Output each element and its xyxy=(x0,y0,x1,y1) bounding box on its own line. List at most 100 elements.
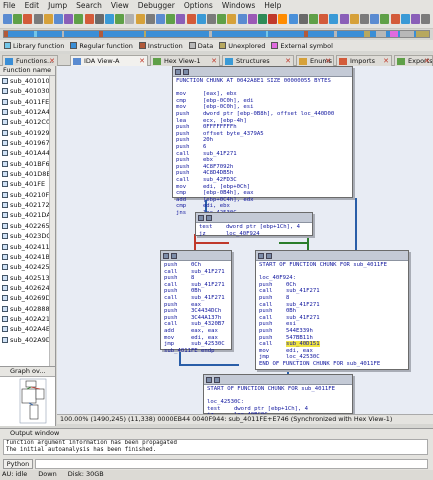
toolbar-comments-icon[interactable] xyxy=(84,14,94,24)
code-line[interactable]: push 0Bh xyxy=(259,308,405,315)
toolbar-stop-icon[interactable] xyxy=(217,14,227,24)
toolbar-pause-icon[interactable] xyxy=(207,14,216,24)
code-line[interactable]: push 8 xyxy=(259,295,405,302)
code-line[interactable]: call sub_41F271 xyxy=(164,282,228,289)
function-list-item[interactable]: sub_402411 xyxy=(0,242,55,252)
toolbar-back-icon[interactable] xyxy=(23,14,33,24)
ida-graph-view[interactable]: FUNCTION CHUNK AT 0042A8E1 SIZE 00000055… xyxy=(57,66,433,414)
close-icon[interactable]: ✕ xyxy=(383,56,389,66)
close-icon[interactable]: ✕ xyxy=(49,56,55,66)
function-list-item[interactable]: sub_402888 xyxy=(0,304,55,314)
function-list-item[interactable]: sub_401010 xyxy=(0,76,55,86)
tab-enums[interactable]: Enums ✕ xyxy=(296,55,334,66)
code-line[interactable]: mov edi, eax xyxy=(164,335,228,342)
function-list-item[interactable]: sub_4011FE xyxy=(0,97,55,107)
function-list-item[interactable]: sub_40210F xyxy=(0,190,55,200)
code-line[interactable] xyxy=(176,85,349,92)
code-line[interactable]: push 0Ch xyxy=(164,262,228,269)
code-line[interactable]: cmp edi, ebx xyxy=(176,203,349,210)
toolbar-modules-icon[interactable] xyxy=(319,14,329,24)
menu-file[interactable]: File xyxy=(3,1,16,10)
close-icon[interactable]: ✕ xyxy=(211,56,217,66)
graph-node-right-branch[interactable]: START OF FUNCTION CHUNK FOR sub_4011FE l… xyxy=(255,250,409,370)
function-list-item[interactable]: sub_402A21 xyxy=(0,314,55,324)
code-line[interactable]: push ebx xyxy=(176,157,349,164)
graph-overview-thumbnail[interactable] xyxy=(0,377,56,427)
toolbar-forward-icon[interactable] xyxy=(33,14,43,24)
code-line[interactable]: call sub_41F271 xyxy=(176,151,349,158)
function-list-item[interactable]: sub_401BF6 xyxy=(0,159,55,169)
toolbar-plugins-icon[interactable] xyxy=(380,14,390,24)
toolbar-flow-icon[interactable] xyxy=(166,14,176,24)
toolbar-names-icon[interactable] xyxy=(94,14,104,24)
function-list-item[interactable]: sub_402624 xyxy=(0,283,55,293)
tab-functions[interactable]: Functions... ✕ xyxy=(2,55,58,66)
code-line[interactable]: mov edi, [ebp+0Ch] xyxy=(176,184,349,191)
functions-scrollbar[interactable] xyxy=(49,76,55,366)
node-color-icon[interactable] xyxy=(163,253,169,259)
code-line[interactable]: call sub_41F271 xyxy=(259,302,405,309)
toolbar-graph-icon[interactable] xyxy=(156,14,165,24)
code-line[interactable]: sub_4011FE endp xyxy=(164,348,228,355)
code-line[interactable]: push 8 xyxy=(164,275,228,282)
function-list-item[interactable]: sub_401929 xyxy=(0,128,55,138)
code-line[interactable]: START OF FUNCTION CHUNK FOR sub_4011FE xyxy=(259,262,405,269)
code-line[interactable]: push 4C8D4DB5h xyxy=(176,170,349,177)
toolbar-locals-icon[interactable] xyxy=(288,14,298,24)
tab-imports[interactable]: Imports ✕ xyxy=(336,55,392,66)
code-line[interactable]: push esi xyxy=(259,321,405,328)
code-line[interactable]: push 0Bh xyxy=(164,288,228,295)
node-collapse-icon[interactable] xyxy=(266,253,272,259)
toolbar-stack-icon[interactable] xyxy=(298,14,308,24)
code-line[interactable]: mov edi, eax xyxy=(259,348,405,355)
code-line[interactable]: call sub_42FD3C xyxy=(176,177,349,184)
menu-options[interactable]: Options xyxy=(184,1,213,10)
function-list-item[interactable]: sub_40269D xyxy=(0,293,55,303)
code-line[interactable]: push 3C44A137h xyxy=(164,315,228,322)
menu-windows[interactable]: Windows xyxy=(222,1,255,10)
toolbar-structs-icon[interactable] xyxy=(105,14,114,24)
function-list-item[interactable]: sub_401967 xyxy=(0,138,55,148)
function-list-item[interactable]: sub_402A4E xyxy=(0,324,55,334)
toolbar-registers-icon[interactable] xyxy=(329,14,339,24)
function-list-item[interactable]: sub_4023DC xyxy=(0,231,55,241)
toolbar-search-icon[interactable] xyxy=(54,14,63,24)
code-line[interactable]: END OF FUNCTION CHUNK FOR sub_4011FE xyxy=(259,361,405,368)
close-icon[interactable]: ✕ xyxy=(424,56,430,66)
toolbar-step-into-icon[interactable] xyxy=(227,14,237,24)
toolbar-help-icon[interactable] xyxy=(400,14,410,24)
graph-node-merge-block[interactable]: START OF FUNCTION CHUNK FOR sub_4011FE l… xyxy=(203,374,353,414)
function-list-item[interactable]: sub_402A9D xyxy=(0,335,55,345)
toolbar-threads-icon[interactable] xyxy=(309,14,318,24)
code-line[interactable]: push eax xyxy=(164,302,228,309)
toolbar-pseudo-icon[interactable] xyxy=(349,14,359,24)
graph-node-left-branch[interactable]: push 0Ch call sub_41F271 push 8 call sub_41… xyxy=(160,250,232,354)
toolbar-jump-icon[interactable] xyxy=(43,14,53,24)
code-line[interactable]: push dword ptr [ebp-0B8h], offset loc_44… xyxy=(176,111,349,118)
code-line[interactable]: FUNCTION CHUNK AT 0042A8E1 SIZE 00000055… xyxy=(176,78,349,85)
toolbar-breakpoints-icon[interactable] xyxy=(268,14,278,24)
code-line[interactable]: jmp loc_42530C xyxy=(259,354,405,361)
toolbar-step-over-icon[interactable] xyxy=(237,14,247,24)
tab-ida-view-a[interactable]: IDA View-A ✕ xyxy=(70,55,148,66)
code-line[interactable]: add [ebp+0C4h], edx xyxy=(176,197,349,204)
code-line[interactable]: push 6 xyxy=(176,144,349,151)
toolbar-strings-icon[interactable] xyxy=(135,14,145,24)
code-line[interactable]: push 4C8F7092h xyxy=(176,164,349,171)
close-icon[interactable]: ✕ xyxy=(285,56,291,66)
code-line[interactable]: push 0FFFFFFFFh xyxy=(176,124,349,131)
function-list-item[interactable]: sub_402513 xyxy=(0,273,55,283)
toolbar-tracing-icon[interactable] xyxy=(258,14,267,24)
toolbar-text-search-icon[interactable] xyxy=(64,14,74,24)
function-list-item[interactable]: sub_4021DA xyxy=(0,210,55,220)
code-line[interactable]: call sub_41F271 xyxy=(164,295,228,302)
graph-node-test-block[interactable]: test dword ptr [ebp+1Ch], 4 jz loc_40F924 xyxy=(195,212,313,237)
node-color-icon[interactable] xyxy=(258,253,264,259)
tab-hex-view-1[interactable]: Hex View-1 ✕ xyxy=(150,55,220,66)
toolbar-enums-icon[interactable] xyxy=(115,14,125,24)
code-line[interactable]: call sub_41F271 xyxy=(259,315,405,322)
toolbar-run-icon[interactable] xyxy=(196,14,206,24)
node-collapse-icon[interactable] xyxy=(183,69,189,75)
toolbar-options-icon[interactable] xyxy=(360,14,369,24)
code-line[interactable]: mov [ebp-0C0h], esi xyxy=(176,104,349,111)
